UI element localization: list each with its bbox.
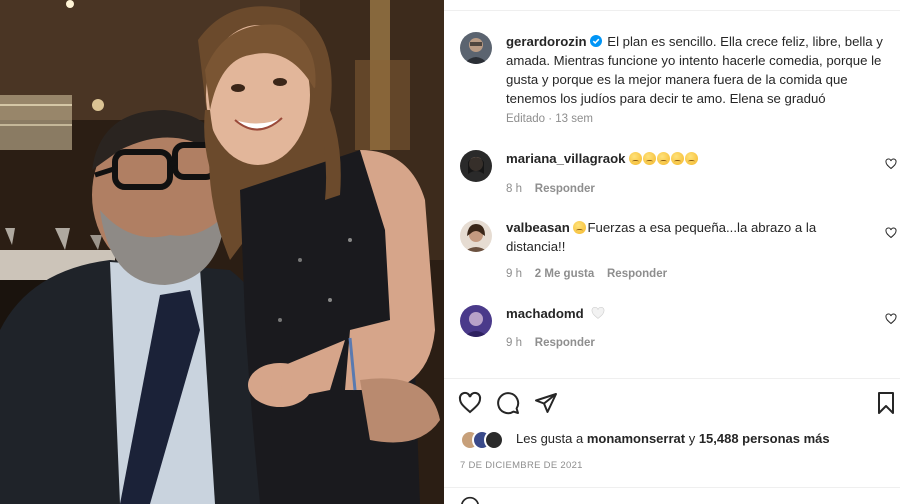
crying-emojis [629,151,699,166]
author-avatar[interactable] [460,32,492,64]
comment-time[interactable]: 9 h [506,337,522,349]
top-divider [444,10,900,11]
comment-box-divider [444,487,900,488]
comment-2-meta: 9 h 2 Me gusta Responder [506,268,667,280]
like-heart-icon[interactable] [458,391,482,415]
white-heart-emoji-icon [592,307,605,319]
save-bookmark-icon[interactable] [874,391,898,415]
post-side-panel: gerardorozin El plan es sencillo. Ella c… [444,0,900,504]
share-paper-plane-icon[interactable] [534,391,558,415]
post-time[interactable]: 13 sem [555,113,593,125]
likes-user-link[interactable]: monamonserrat [587,431,685,446]
comment-likes-count[interactable]: 2 Me gusta [535,268,594,280]
verified-badge-icon [589,35,602,47]
comment-like-heart-icon[interactable] [885,227,897,239]
author-username[interactable]: gerardorozin [506,34,587,49]
reply-button[interactable]: Responder [535,183,595,195]
edited-label: Editado [506,113,546,125]
commenter-avatar[interactable] [460,220,492,252]
likes-prefix: Les gusta a [516,431,587,446]
caption-meta: Editado · 13 sem [506,113,593,125]
likers-avatars[interactable] [460,430,512,450]
meta-separator: · [545,113,556,125]
comment-1-meta: 8 h Responder [506,183,595,195]
post-date[interactable]: 7 DE DICIEMBRE DE 2021 [460,460,583,471]
reply-button[interactable]: Responder [607,268,667,280]
crying-emoji [573,221,587,234]
comment-username[interactable]: valbeasan [506,220,570,235]
comment-bubble-icon[interactable] [496,391,520,415]
comment-time[interactable]: 9 h [506,268,522,280]
liker-avatar [484,430,504,450]
commenter-avatar[interactable] [460,150,492,182]
comment-1: mariana_villagraok [506,149,836,168]
comment-username[interactable]: machadomd [506,306,584,321]
comment-like-heart-icon[interactable] [885,313,897,325]
reply-button[interactable]: Responder [535,337,595,349]
emoji-picker-icon[interactable] [460,496,480,504]
likes-count-link[interactable]: 15,488 personas más [699,431,830,446]
likes-summary: Les gusta a monamonserrat y 15,488 perso… [516,431,830,446]
comment-username[interactable]: mariana_villagraok [506,151,626,166]
comment-like-heart-icon[interactable] [885,158,897,170]
post-photo[interactable] [0,0,444,504]
comment-3-meta: 9 h Responder [506,337,595,349]
likes-middle: y [685,431,699,446]
comment-2: valbeasan Fuerzas a esa pequeña...la abr… [506,218,836,256]
commenter-avatar[interactable] [460,305,492,337]
comment-time[interactable]: 8 h [506,183,522,195]
comment-3: machadomd [506,304,836,323]
photo-father-daughter [0,0,444,504]
post-caption: gerardorozin El plan es sencillo. Ella c… [506,32,894,108]
actions-divider [444,378,900,379]
